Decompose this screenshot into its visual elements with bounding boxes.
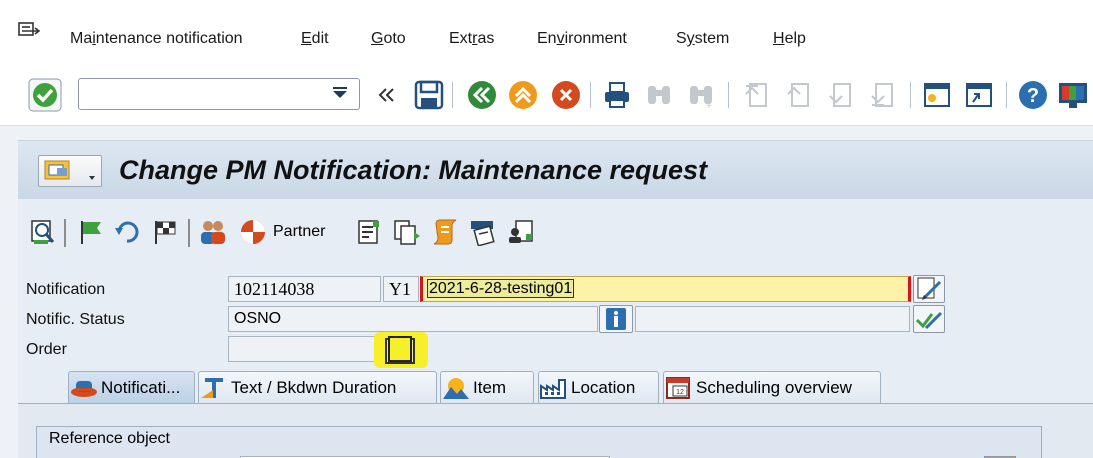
notification-hat-icon [69,375,99,401]
notification-status-label: Notific. Status [26,311,125,328]
menu-folder-icon [44,160,95,180]
reference-object-group: Reference object [36,426,1042,458]
toolbar-separator [1006,82,1007,108]
tab-strip: Notificati... Text / Bkdwn Duration Item… [18,367,1093,403]
tab-notification[interactable]: Notificati... [68,371,195,403]
edit-long-text-icon [917,277,942,300]
prev-page-icon[interactable] [782,78,816,112]
tab-location-label: Location [571,377,636,397]
notification-label: Notification [26,281,106,298]
status-info-button[interactable] [599,305,633,333]
notification-type-field: Y1 [383,276,419,302]
toolbar-separator [452,82,453,108]
menu-edit[interactable]: Edit [301,30,329,48]
main-panel: Change PM Notification: Maintenance requ… [18,140,1093,458]
tab-item-label: Item [473,377,507,397]
notification-number-field: 102114038 [228,276,381,302]
user-status-field [635,306,910,332]
exit-icon[interactable] [506,78,540,112]
document-list-icon[interactable] [354,217,384,247]
user-status-button[interactable] [913,305,945,333]
help-icon[interactable]: ? [1016,78,1050,112]
persons-icon[interactable] [198,217,228,247]
menu-environment[interactable]: Environment [537,30,627,48]
scroll-icon[interactable] [430,217,460,247]
double-left-icon[interactable] [370,78,404,112]
page-title: Change PM Notification: Maintenance requ… [119,155,708,185]
reference-object-title: Reference object [49,430,170,447]
notification-status-field: OSNO [228,306,598,332]
text-duration-icon [199,375,229,401]
menu-system[interactable]: System [676,30,729,48]
display-change-icon[interactable] [28,217,58,247]
order-label: Order [26,341,67,358]
tab-text-duration-label: Text / Bkdwn Duration [231,377,397,397]
menu-goto[interactable]: Goto [371,30,406,48]
menu-help[interactable]: Help [773,30,806,48]
command-field[interactable] [78,78,360,110]
find-icon[interactable] [642,78,676,112]
tab-scheduling-overview[interactable]: 12 Scheduling overview [663,371,881,403]
partner-icon[interactable] [238,217,268,247]
find-next-icon[interactable]: + [684,78,718,112]
long-text-button[interactable] [913,275,945,303]
application-toolbar: Partner [18,203,1093,263]
transaction-menu-button[interactable] [38,155,102,187]
system-menu-icon[interactable] [18,22,40,40]
tab-content: Reference object [18,403,1093,458]
notification-description-input[interactable]: 2021-6-28-testing01 [420,276,911,302]
last-page-icon[interactable] [866,78,900,112]
green-flag-icon[interactable] [76,217,106,247]
undo-icon[interactable] [112,217,142,247]
checkered-flag-icon[interactable] [150,217,180,247]
toolbar-separator [188,219,190,247]
title-bar: Change PM Notification: Maintenance requ… [18,141,1093,199]
menu-maintenance-notification[interactable]: Maintenance notification [70,30,243,48]
first-page-icon[interactable] [740,78,774,112]
object-info-icon[interactable] [506,217,536,247]
location-factory-icon [539,375,569,401]
tab-text-duration[interactable]: Text / Bkdwn Duration [198,371,437,403]
menu-extras[interactable]: Extras [449,30,494,48]
toolbar-separator [910,82,911,108]
next-page-icon[interactable] [824,78,858,112]
print-notification-icon[interactable] [468,217,498,247]
toolbar-separator [590,82,591,108]
documents-copy-icon[interactable] [392,217,422,247]
svg-text:12: 12 [676,389,684,396]
create-order-icon [385,336,415,364]
item-mountain-icon [441,375,471,401]
info-icon [606,308,626,330]
customize-layout-icon[interactable] [1056,78,1090,112]
save-icon[interactable] [412,78,446,112]
tab-item[interactable]: Item [440,371,534,403]
calendar-icon: 12 [664,375,694,401]
svg-text:+: + [706,101,712,110]
edit-status-check-icon [915,311,943,330]
print-icon[interactable] [600,78,634,112]
command-dropdown-arrow[interactable] [333,91,347,98]
partner-button-label[interactable]: Partner [273,223,325,241]
menu-bar: Maintenance notification Edit Goto Extra… [0,0,1093,64]
tab-scheduling-overview-label: Scheduling overview [696,377,852,397]
tab-location[interactable]: Location [538,371,659,403]
create-order-button[interactable] [374,332,428,368]
shortcut-icon[interactable] [962,78,996,112]
new-session-icon[interactable] [920,78,954,112]
notification-description-text: 2021-6-28-testing01 [426,279,575,298]
standard-toolbar: + ? [0,64,1093,126]
check-icon[interactable] [28,78,62,112]
order-field[interactable] [228,336,381,362]
tab-notification-label: Notificati... [101,377,181,397]
toolbar-separator [728,82,729,108]
toolbar-separator [64,219,66,247]
svg-text:?: ? [1027,85,1039,107]
command-dropdown-icon[interactable] [333,87,347,89]
cancel-icon[interactable] [549,78,583,112]
back-icon[interactable] [465,78,499,112]
